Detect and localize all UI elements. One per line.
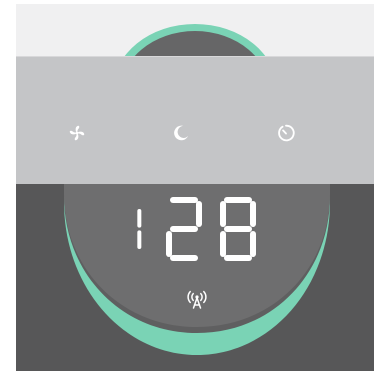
digit-eight <box>220 197 256 261</box>
purifier-control-panel: fan sleep timer 128 <box>0 0 385 382</box>
fan-button[interactable]: fan <box>57 113 97 153</box>
timer-button[interactable]: timer <box>266 113 306 153</box>
right-frame <box>374 0 385 382</box>
fan-icon <box>69 125 85 141</box>
dial-top-ring <box>124 24 266 56</box>
moon-icon <box>174 125 189 141</box>
value-readout: 128 <box>130 195 258 263</box>
bottom-frame <box>0 371 385 382</box>
digit-two <box>166 197 202 261</box>
sleep-mode-button[interactable]: sleep <box>161 113 201 153</box>
left-frame <box>0 0 16 382</box>
timer-icon <box>278 124 295 142</box>
wireless-icon <box>187 290 207 309</box>
digit-one <box>137 209 142 249</box>
